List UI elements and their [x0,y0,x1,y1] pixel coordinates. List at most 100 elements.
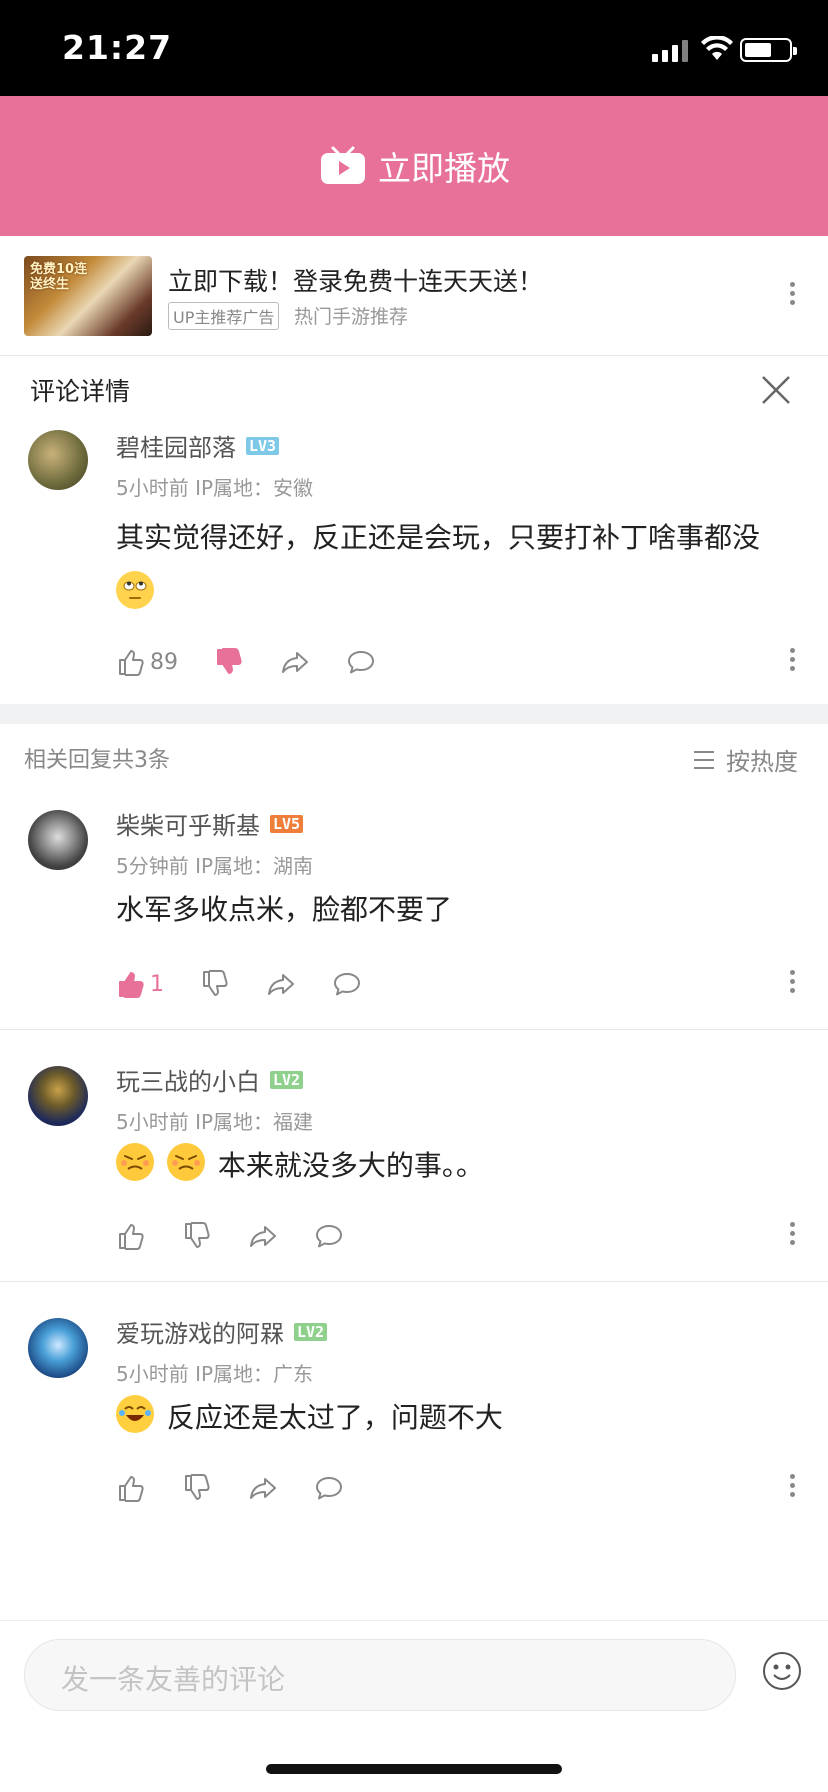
thumb-up-icon [119,972,144,998]
reply-text: 反应还是太过了，问题不大 [116,1390,788,1446]
thumb-down-icon [185,1474,210,1500]
share-button[interactable] [280,647,310,677]
reply-actions [116,1468,380,1508]
like-button[interactable]: 1 [116,969,164,999]
reply-actions [116,1216,380,1256]
dislike-button[interactable] [200,969,230,999]
username-label[interactable]: 碧桂园部落 [116,428,236,463]
sort-list-icon [694,750,714,769]
sort-button[interactable]: 按热度 [692,742,798,777]
reply-meta: 5分钟前 IP属地：湖南 [116,854,314,878]
thumb-up-icon [119,650,144,676]
reply-button[interactable] [332,969,362,999]
ad-row[interactable]: 免费10连 送终生 立即下载！登录免费十连天天送！ UP主推荐广告 热门手游推荐 [0,236,828,356]
username-label[interactable]: 玩三战的小白 [116,1062,260,1097]
like-button[interactable] [116,1473,146,1503]
level-badge: LV3 [246,436,280,455]
ad-subtitle: 热门手游推荐 [294,306,409,328]
battery-icon [740,38,797,62]
close-icon[interactable] [760,374,792,406]
comment-bubble-icon [334,973,360,996]
play-banner[interactable]: 立即播放 [0,96,828,236]
share-button[interactable] [248,1221,278,1251]
reply-actions: 1 [116,964,398,1004]
like-button[interactable] [116,1221,146,1251]
reply-username[interactable]: 玩三战的小白 LV2 [116,1062,304,1097]
page-title: 评论详情 [30,377,131,406]
level-badge: LV2 [270,1070,304,1089]
reply-username[interactable]: 柴柴可乎斯基 LV5 [116,806,304,841]
status-bar: 21:27 [0,0,828,96]
reply-button[interactable] [314,1221,344,1251]
ad-title[interactable]: 立即下载！登录免费十连天天送！ [168,262,543,298]
comment-bubble-icon [348,651,374,674]
username-label[interactable]: 柴柴可乎斯基 [116,806,260,841]
avatar[interactable] [28,1066,88,1126]
ad-thumbnail[interactable]: 免费10连 送终生 [24,256,152,336]
reply-button[interactable] [346,647,376,677]
thumb-down-icon [203,970,228,996]
dislike-button[interactable] [214,647,244,677]
thumb-down-icon [217,648,242,674]
comment-actions: 89 [116,642,412,682]
play-now-label: 立即播放 [378,149,510,188]
comment-text: 其实觉得还好，反正还是会玩，只要打补丁啥事都没 [116,510,788,622]
reply-meta: 5小时前 IP属地：福建 [116,1110,314,1134]
reply-button[interactable] [314,1473,344,1503]
thumb-up-icon [119,1476,144,1502]
play-now-button[interactable]: 立即播放 [320,140,510,192]
username-label[interactable]: 爱玩游戏的阿槑 [116,1314,284,1349]
wifi-icon [701,36,733,60]
laughing-crying-emoji-icon [116,1395,154,1433]
share-icon [282,652,308,673]
dislike-button[interactable] [182,1221,212,1251]
cellular-signal-icon [652,40,690,62]
more-icon[interactable] [788,1474,796,1502]
sort-label: 按热度 [726,748,798,776]
ad-thumb-text: 免费10连 送终生 [30,262,88,292]
reply-username[interactable]: 爱玩游戏的阿槑 LV2 [116,1314,328,1349]
thumb-down-icon [185,1222,210,1248]
emoji-picker-icon[interactable] [762,1651,802,1691]
like-button[interactable]: 89 [116,647,178,677]
ad-tag: UP主推荐广告 [168,302,280,330]
like-count: 1 [150,971,164,997]
avatar[interactable] [28,1318,88,1378]
replies-count: 相关回复共3条 [24,748,170,773]
main-comment: 碧桂园部落 LV3 5小时前 IP属地：安徽 其实觉得还好，反正还是会玩，只要打… [0,420,828,700]
reply-text: 水军多收点米，脸都不要了 [116,893,453,926]
thumb-up-icon [119,1224,144,1250]
dislike-button[interactable] [182,1473,212,1503]
huffing-emoji-icon [116,1143,154,1181]
avatar[interactable] [28,810,88,870]
reply-item: 玩三战的小白 LV2 5小时前 IP属地：福建 本来就没多大的事。。 [0,1052,828,1280]
comment-bubble-icon [316,1225,342,1248]
comment-input[interactable]: 发一条友善的评论 [24,1639,736,1711]
like-count: 89 [150,649,178,675]
reply-text: 本来就没多大的事。。 [116,1138,788,1194]
level-badge: LV5 [270,814,304,833]
comment-meta: 5小时前 IP属地：安徽 [116,476,314,500]
more-icon[interactable] [788,282,796,310]
divider [0,1029,828,1030]
reply-item: 爱玩游戏的阿槑 LV2 5小时前 IP属地：广东 反应还是太过了，问题不大 [0,1304,828,1532]
avatar[interactable] [28,430,88,490]
huffing-emoji-icon [166,1143,205,1181]
share-icon [250,1226,276,1247]
home-indicator [266,1764,562,1774]
more-icon[interactable] [788,1222,796,1250]
share-icon [250,1478,276,1499]
comment-text-content: 其实觉得还好，反正还是会玩，只要打补丁啥事都没 [116,521,761,554]
reply-meta: 5小时前 IP属地：广东 [116,1362,314,1386]
comment-bubble-icon [316,1477,342,1500]
comment-username[interactable]: 碧桂园部落 LV3 [116,428,280,463]
comment-input-placeholder: 发一条友善的评论 [61,1663,286,1696]
reply-text-content: 反应还是太过了，问题不大 [166,1401,503,1434]
more-icon[interactable] [788,648,796,676]
more-icon[interactable] [788,970,796,998]
tv-play-icon [321,146,365,184]
reply-item: 柴柴可乎斯基 LV5 5分钟前 IP属地：湖南 水军多收点米，脸都不要了 1 [0,796,828,1028]
share-button[interactable] [248,1473,278,1503]
share-icon [268,974,294,995]
share-button[interactable] [266,969,296,999]
